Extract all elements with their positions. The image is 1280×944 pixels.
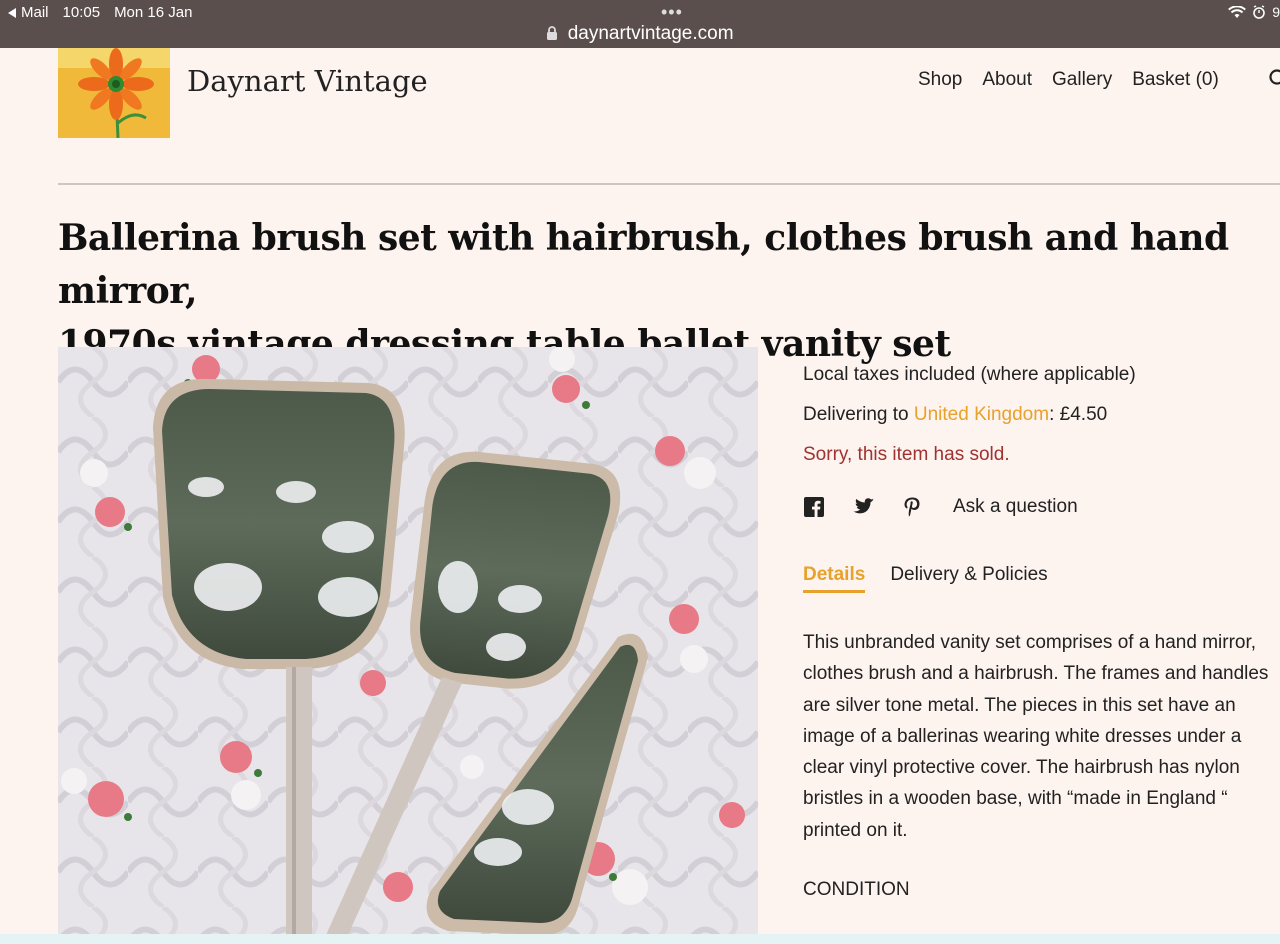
vanity-set-photo [58, 347, 758, 935]
status-time: 10:05 [62, 4, 101, 21]
status-left: Mail 10:05 Mon 16 Jan [8, 4, 192, 21]
bottom-edge [0, 934, 1280, 944]
address-bar[interactable]: daynartvintage.com [0, 23, 1280, 45]
main-nav: Shop About Gallery Basket (0) [918, 69, 1219, 91]
back-app-label: Mail [21, 4, 49, 21]
search-icon [1269, 69, 1280, 85]
back-to-app-button[interactable]: Mail [8, 4, 49, 21]
tab-menu-dots[interactable]: ••• [661, 2, 683, 23]
header-divider [58, 183, 1280, 185]
product-title-line1: Ballerina brush set with hairbrush, clot… [58, 217, 1229, 312]
alarm-icon [1253, 5, 1266, 19]
product-description: This unbranded vanity set comprises of a… [803, 632, 1269, 841]
status-right: 9 [1228, 4, 1280, 20]
tab-delivery-policies[interactable]: Delivery & Policies [890, 564, 1047, 593]
pinterest-icon [904, 497, 920, 517]
site-title[interactable]: Daynart Vintage [187, 64, 428, 98]
site-logo[interactable] [58, 48, 170, 138]
product-tabs: Details Delivery & Policies [803, 564, 1048, 593]
tab-details[interactable]: Details [803, 564, 866, 593]
delivery-price: : £4.50 [1049, 404, 1108, 425]
nav-shop[interactable]: Shop [918, 69, 962, 91]
share-pinterest-button[interactable] [901, 496, 923, 518]
share-twitter-button[interactable] [852, 496, 874, 518]
facebook-icon [804, 497, 824, 517]
share-bar: Ask a question [803, 496, 1078, 518]
delivery-line: Delivering to United Kingdom: £4.50 [803, 404, 1107, 426]
nav-basket[interactable]: Basket (0) [1132, 69, 1219, 91]
ask-question-link[interactable]: Ask a question [953, 496, 1078, 518]
status-date: Mon 16 Jan [114, 4, 193, 21]
sold-message: Sorry, this item has sold. [803, 444, 1010, 465]
battery-percent: 9 [1272, 4, 1280, 20]
condition-heading: CONDITION [803, 879, 910, 900]
browser-status-bar: Mail 10:05 Mon 16 Jan ••• 9 daynartvinta… [0, 0, 1280, 48]
flower-logo-image [58, 48, 170, 138]
taxes-note: Local taxes included (where applicable) [803, 364, 1136, 385]
delivery-prefix: Delivering to [803, 404, 914, 425]
product-image[interactable] [58, 347, 758, 935]
delivery-country-link[interactable]: United Kingdom [914, 404, 1049, 425]
wifi-icon [1228, 5, 1247, 18]
nav-about[interactable]: About [982, 69, 1032, 91]
share-facebook-button[interactable] [803, 496, 825, 518]
url-text: daynartvintage.com [567, 23, 734, 44]
nav-gallery[interactable]: Gallery [1052, 69, 1112, 91]
search-button[interactable] [1268, 68, 1280, 90]
back-arrow-icon [8, 7, 16, 18]
twitter-icon [853, 498, 874, 514]
lock-icon [547, 26, 558, 40]
